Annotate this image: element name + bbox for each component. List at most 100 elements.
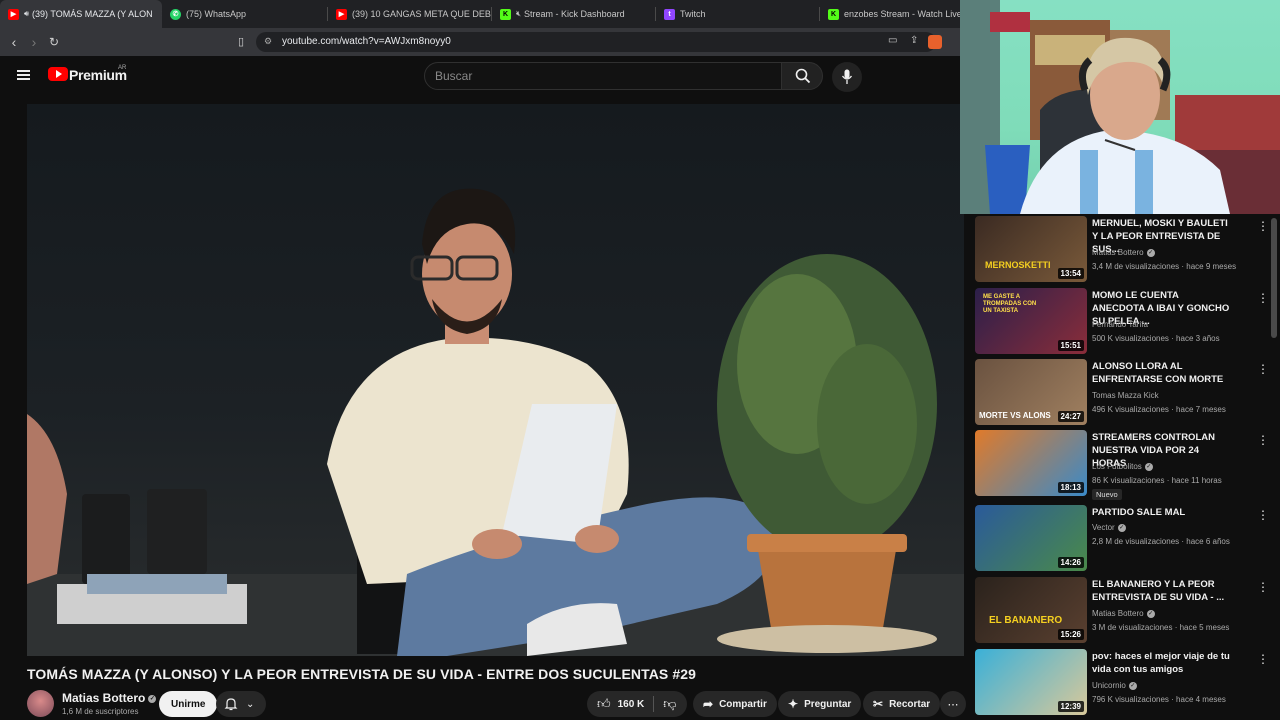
- more-vertical-icon[interactable]: ⋮: [1257, 509, 1269, 521]
- recommendation-meta: 3,4 M de visualizaciones · hace 9 meses: [1092, 262, 1237, 271]
- more-vertical-icon[interactable]: ⋮: [1257, 363, 1269, 375]
- recommendation-item[interactable]: 18:13 STREAMERS CONTROLAN NUESTRA VIDA P…: [975, 430, 1269, 500]
- microphone-icon: [841, 69, 853, 84]
- recommendation-channel[interactable]: Matias Bottero ✓: [1092, 248, 1155, 257]
- notifications-button[interactable]: ⌄: [216, 691, 266, 717]
- youtube-favicon-icon: ▶: [8, 8, 19, 20]
- recommendation-channel[interactable]: Los Futbolitos ✓: [1092, 462, 1153, 471]
- like-count: 160 K: [617, 698, 645, 710]
- like-button[interactable]: 👍︎ 160 K: [597, 696, 644, 712]
- browser-tab-strip: ▶ 🔊︎ (39) TOMÁS MAZZA (Y ALON ✕ ✆ (75) W…: [0, 0, 960, 28]
- address-bar[interactable]: ⚙︎ youtube.com/watch?v=AWJxm8noyy0 ▭ ⇪: [256, 32, 942, 52]
- video-actions-row: Matias Bottero ✓ 1,6 M de suscriptores Un…: [27, 688, 967, 720]
- search-button[interactable]: [781, 62, 823, 90]
- more-vertical-icon[interactable]: ⋮: [1257, 434, 1269, 446]
- tab-label: (39) 10 GANGAS META QUE DEBES F: [352, 9, 492, 19]
- new-badge: Nuevo: [1092, 489, 1122, 500]
- share-button[interactable]: ➦ Compartir: [693, 691, 777, 717]
- recommendation-item[interactable]: 14:26 PARTIDO SALE MAL Vector ✓ 2,8 M de …: [975, 505, 1269, 573]
- recommendation-channel[interactable]: Unicornio ✓: [1092, 681, 1137, 690]
- browser-tab[interactable]: ✆ (75) WhatsApp: [162, 0, 328, 28]
- video-title: TOMÁS MAZZA (Y ALONSO) Y LA PEOR ENTREVI…: [27, 666, 697, 682]
- youtube-logo-icon[interactable]: [48, 67, 68, 81]
- bell-icon: [224, 698, 238, 711]
- video-thumbnail[interactable]: MORTE VS ALONS 24:27: [975, 359, 1087, 425]
- recommendation-meta: 796 K visualizaciones · hace 4 meses: [1092, 695, 1226, 704]
- recommendation-channel[interactable]: Fernando Tarifa: [1092, 320, 1148, 329]
- tab-label: (39) TOMÁS MAZZA (Y ALON: [32, 9, 153, 19]
- video-thumbnail[interactable]: ME GASTE A TROMPADAS CON UN TAXISTA 15:5…: [975, 288, 1087, 354]
- kick-favicon-icon: K: [500, 8, 511, 20]
- recommendation-item[interactable]: MERNOSKETTI 13:54 MERNUEL, MOSKI Y BAULE…: [975, 216, 1269, 284]
- browser-tab[interactable]: t Twitch: [656, 0, 820, 28]
- speaker-icon: 🔊︎: [24, 9, 30, 18]
- more-actions-button[interactable]: ⋯: [940, 691, 966, 717]
- recommendation-item[interactable]: EL BANANERO 15:26 EL BANANERO Y LA PEOR …: [975, 577, 1269, 645]
- verified-icon: ✓: [1144, 462, 1153, 471]
- thumbnail-text: EL BANANERO: [989, 615, 1063, 626]
- thumbs-down-icon[interactable]: 👎︎: [663, 696, 676, 712]
- thumbnail-text: ME GASTE A TROMPADAS CON UN TAXISTA: [983, 294, 1037, 314]
- verified-icon: ✓: [1128, 681, 1137, 690]
- more-horizontal-icon: ⋯: [947, 698, 959, 711]
- clip-button[interactable]: ✂ Recortar: [863, 691, 941, 717]
- video-thumbnail[interactable]: 18:13: [975, 430, 1087, 496]
- back-icon[interactable]: ‹: [6, 34, 22, 50]
- recommendation-channel[interactable]: Tomas Mazza Kick: [1092, 391, 1159, 400]
- more-vertical-icon[interactable]: ⋮: [1257, 220, 1269, 232]
- ask-button[interactable]: ✦ Preguntar: [778, 691, 862, 717]
- more-vertical-icon[interactable]: ⋮: [1257, 292, 1269, 304]
- recommendation-item[interactable]: MORTE VS ALONS 24:27 ALONSO LLORA AL ENF…: [975, 359, 1269, 427]
- recommendation-title[interactable]: EL BANANERO Y LA PEOR ENTREVISTA DE SU V…: [1092, 578, 1232, 604]
- duration-badge: 14:26: [1057, 557, 1084, 568]
- kick-favicon-icon: K: [828, 8, 839, 20]
- video-thumbnail[interactable]: 14:26: [975, 505, 1087, 571]
- youtube-header: Premium AR Buscar: [0, 56, 960, 98]
- share-page-icon[interactable]: ⇪: [910, 35, 918, 46]
- recommendation-channel[interactable]: Matias Bottero ✓: [1092, 609, 1155, 618]
- video-player[interactable]: [27, 104, 964, 656]
- sidebar-scrollbar[interactable]: [1271, 218, 1277, 338]
- browser-tab[interactable]: ▶ 🔊︎ (39) TOMÁS MAZZA (Y ALON ✕: [0, 0, 162, 28]
- chevron-down-icon: ⌄: [246, 698, 255, 710]
- brave-shield-icon[interactable]: [928, 35, 942, 49]
- recommendation-meta: 496 K visualizaciones · hace 7 meses: [1092, 405, 1226, 414]
- recommendation-item[interactable]: 12:39 pov: haces el mejor viaje de tu vi…: [975, 649, 1269, 717]
- twitch-favicon-icon: t: [664, 8, 675, 20]
- recommendation-title[interactable]: PARTIDO SALE MAL: [1092, 506, 1232, 519]
- recommendation-channel[interactable]: Vector ✓: [1092, 523, 1126, 532]
- search-input[interactable]: Buscar: [424, 62, 782, 90]
- menu-icon[interactable]: [17, 70, 30, 80]
- reload-icon[interactable]: ↻: [46, 34, 62, 50]
- recommendation-item[interactable]: ME GASTE A TROMPADAS CON UN TAXISTA 15:5…: [975, 288, 1269, 356]
- more-vertical-icon[interactable]: ⋮: [1257, 581, 1269, 593]
- recommendation-meta: 3 M de visualizaciones · hace 5 meses: [1092, 623, 1230, 632]
- duration-badge: 24:27: [1057, 411, 1084, 422]
- browser-tab[interactable]: K enzobes Stream - Watch Live on: [820, 0, 960, 28]
- video-thumbnail[interactable]: 12:39: [975, 649, 1087, 715]
- more-vertical-icon[interactable]: ⋮: [1257, 653, 1269, 665]
- channel-name[interactable]: Matias Bottero ✓: [62, 691, 157, 705]
- thumbnail-text: MERNOSKETTI: [985, 260, 1051, 270]
- browser-tab[interactable]: ▶ (39) 10 GANGAS META QUE DEBES F: [328, 0, 492, 28]
- tab-label: enzobes Stream - Watch Live on: [844, 9, 960, 19]
- recommendation-title[interactable]: ALONSO LLORA AL ENFRENTARSE CON MORTE: [1092, 360, 1232, 386]
- search-icon: [795, 68, 811, 84]
- bookmark-icon[interactable]: ▯: [233, 34, 249, 50]
- verified-icon: ✓: [1146, 609, 1155, 618]
- join-button[interactable]: Unirme: [159, 691, 218, 717]
- video-thumbnail[interactable]: MERNOSKETTI 13:54: [975, 216, 1087, 282]
- recommendation-title[interactable]: pov: haces el mejor viaje de tu vida con…: [1092, 650, 1232, 676]
- recommendation-meta: 86 K visualizaciones · hace 11 horas: [1092, 476, 1222, 485]
- whatsapp-favicon-icon: ✆: [170, 8, 181, 20]
- voice-search-button[interactable]: [832, 62, 862, 92]
- duration-badge: 13:54: [1057, 268, 1084, 279]
- sparkle-icon: ✦: [788, 697, 799, 711]
- video-thumbnail[interactable]: EL BANANERO 15:26: [975, 577, 1087, 643]
- cast-icon[interactable]: ▭: [888, 35, 897, 46]
- forward-icon[interactable]: ›: [26, 34, 42, 50]
- channel-avatar[interactable]: [27, 690, 54, 717]
- browser-tab[interactable]: K 🔇︎ Stream - Kick Dashboard: [492, 0, 656, 28]
- site-info-icon[interactable]: ⚙︎: [264, 36, 272, 47]
- muted-icon: 🔇︎: [516, 9, 522, 18]
